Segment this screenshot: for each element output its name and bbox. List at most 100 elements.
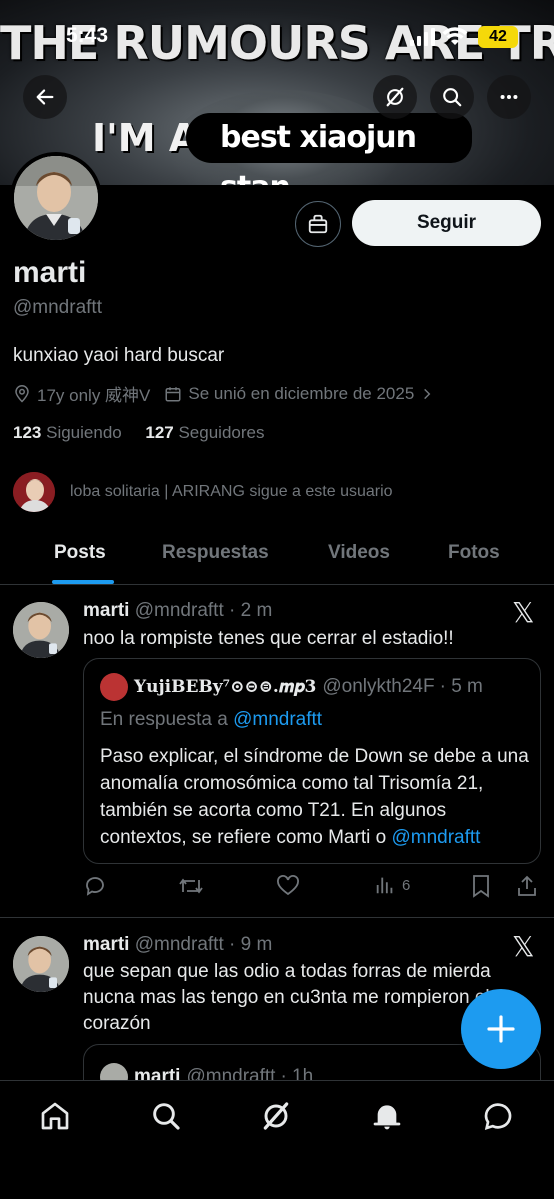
- post-item[interactable]: marti @mndraftt · 2 m 𝕏 noo la rompiste …: [0, 586, 554, 918]
- profile-tabs: Posts Respuestas Videos Fotos: [0, 525, 554, 585]
- post-author-name[interactable]: marti: [83, 600, 129, 621]
- back-button[interactable]: [23, 75, 67, 119]
- post-author-avatar[interactable]: [13, 936, 69, 992]
- post-header: marti @mndraftt · 9 m: [83, 934, 272, 956]
- nav-notifications[interactable]: [370, 1099, 404, 1133]
- avatar-photo: [13, 936, 69, 992]
- gift-button[interactable]: [295, 201, 341, 247]
- home-icon: [41, 1102, 69, 1130]
- quoted-author-avatar: [100, 1063, 128, 1080]
- tab-posts[interactable]: Posts: [54, 542, 106, 564]
- quoted-author-handle: @mndraftt: [186, 1066, 276, 1080]
- quoted-author-handle: @onlykth24F: [322, 676, 435, 697]
- post-text: noo la rompiste tenes que cerrar el esta…: [83, 628, 454, 649]
- active-tab-indicator: [52, 580, 114, 584]
- views-count: 6: [402, 876, 411, 894]
- status-bar: 5:43 42: [0, 22, 554, 52]
- post-actions: 6: [83, 874, 543, 904]
- reply-button[interactable]: [83, 874, 107, 898]
- search-icon: [443, 88, 462, 107]
- grok-button[interactable]: [373, 75, 417, 119]
- profile-handle: @mndraftt: [13, 297, 102, 318]
- compose-post-button[interactable]: [461, 989, 541, 1069]
- wifi-icon: [442, 27, 468, 45]
- quoted-post-header: marti @mndraftt · 1h: [100, 1063, 313, 1080]
- cellular-signal-icon: [410, 28, 435, 46]
- post-author-name[interactable]: marti: [83, 934, 129, 955]
- tab-replies[interactable]: Respuestas: [162, 542, 269, 564]
- status-time: 5:43: [66, 24, 109, 47]
- banner-highlight-text: best xiaojun stan: [186, 113, 472, 185]
- location-pin-icon: [15, 384, 29, 403]
- profile-meta: 17y only 威神V Se unió en diciembre de 202…: [13, 381, 434, 406]
- follow-counts: 123 Siguiendo 127 Seguidores: [13, 423, 264, 443]
- tab-videos[interactable]: Videos: [328, 542, 390, 564]
- nav-home[interactable]: [38, 1099, 72, 1133]
- more-horizontal-icon: [500, 94, 518, 100]
- x-logo-icon: 𝕏: [512, 596, 535, 629]
- nav-messages[interactable]: [481, 1099, 515, 1133]
- quoted-post-time: · 1h: [280, 1066, 314, 1080]
- quoted-post[interactable]: 𝐘𝐮𝐣𝐢𝐁𝐄𝐁𝐲⁷⊙⊝⊜.𝒎𝒑𝟑 @onlykth24F · 5 m En re…: [83, 658, 541, 864]
- battery-indicator: 42: [478, 26, 518, 48]
- follower-avatar-photo: [13, 472, 55, 512]
- profile-location: 17y only 威神V: [37, 386, 151, 405]
- calendar-icon: [165, 386, 181, 401]
- avatar-photo: [13, 602, 69, 658]
- post-author-handle[interactable]: @mndraftt: [135, 600, 224, 621]
- profile-name: marti: [13, 256, 87, 289]
- followed-by-row[interactable]: loba solitaria | ARIRANG sigue a este us…: [13, 472, 393, 512]
- more-options-button[interactable]: [487, 75, 531, 119]
- message-icon: [484, 1103, 512, 1130]
- following-count: 123: [13, 423, 42, 442]
- quoted-post-text: Paso explicar, el síndrome de Down se de…: [100, 743, 530, 851]
- quoted-post-header: 𝐘𝐮𝐣𝐢𝐁𝐄𝐁𝐲⁷⊙⊝⊜.𝒎𝒑𝟑 @onlykth24F · 5 m: [100, 673, 483, 701]
- tab-photos[interactable]: Fotos: [448, 542, 500, 564]
- follow-button[interactable]: Seguir: [352, 200, 541, 246]
- search-button[interactable]: [430, 75, 474, 119]
- views-button[interactable]: 6: [374, 874, 410, 896]
- avatar-photo: [14, 156, 98, 240]
- profile-joined: Se unió en diciembre de 2025: [188, 383, 415, 403]
- reply-icon: [86, 877, 104, 896]
- views-chart-icon: [376, 877, 393, 894]
- bottom-navigation: [0, 1080, 554, 1199]
- post-header: marti @mndraftt · 2 m: [83, 600, 272, 622]
- bookmark-button[interactable]: [470, 874, 492, 898]
- like-button[interactable]: [276, 874, 300, 898]
- bell-icon: [373, 1105, 401, 1130]
- quoted-author-name: 𝐘𝐮𝐣𝐢𝐁𝐄𝐁𝐲⁷⊙⊝⊜.𝒎𝒑𝟑: [134, 677, 317, 697]
- repost-button[interactable]: [178, 874, 204, 898]
- post-author-avatar[interactable]: [13, 602, 69, 658]
- post-author-handle[interactable]: @mndraftt: [135, 934, 224, 955]
- followers-count: 127: [145, 423, 174, 442]
- followers-label: Seguidores: [178, 423, 265, 442]
- quoted-mention-link[interactable]: @mndraftt: [391, 827, 480, 848]
- nav-grok[interactable]: [259, 1099, 293, 1133]
- followed-by-text: loba solitaria | ARIRANG sigue a este us…: [70, 483, 393, 500]
- post-time: · 9 m: [229, 934, 273, 955]
- profile-avatar[interactable]: [10, 152, 102, 244]
- search-icon: [153, 1103, 180, 1130]
- grok-icon: [263, 1102, 289, 1130]
- following-label: Siguiendo: [46, 423, 122, 442]
- quoted-author-avatar: [100, 673, 128, 701]
- repost-icon: [179, 878, 203, 894]
- quoted-author-name: marti: [134, 1066, 181, 1080]
- grok-icon: [386, 87, 404, 107]
- gift-icon: [308, 214, 328, 234]
- share-button[interactable]: [515, 874, 539, 898]
- follower-avatar: [13, 472, 55, 512]
- plus-icon: [487, 1015, 515, 1043]
- nav-search[interactable]: [149, 1099, 183, 1133]
- followers-link[interactable]: 127 Seguidores: [145, 423, 264, 442]
- reply-mention-link[interactable]: @mndraftt: [233, 709, 322, 730]
- following-link[interactable]: 123 Siguiendo: [13, 423, 122, 442]
- post-text: que sepan que las odio a todas forras de…: [83, 961, 491, 1034]
- reply-context: En respuesta a @mndraftt: [100, 709, 322, 731]
- chevron-right-icon[interactable]: [420, 387, 434, 401]
- banner-text-line2: I'M A: [92, 116, 199, 160]
- share-icon: [518, 875, 536, 896]
- quoted-post-time: · 5 m: [439, 676, 483, 697]
- bookmark-icon: [473, 875, 489, 898]
